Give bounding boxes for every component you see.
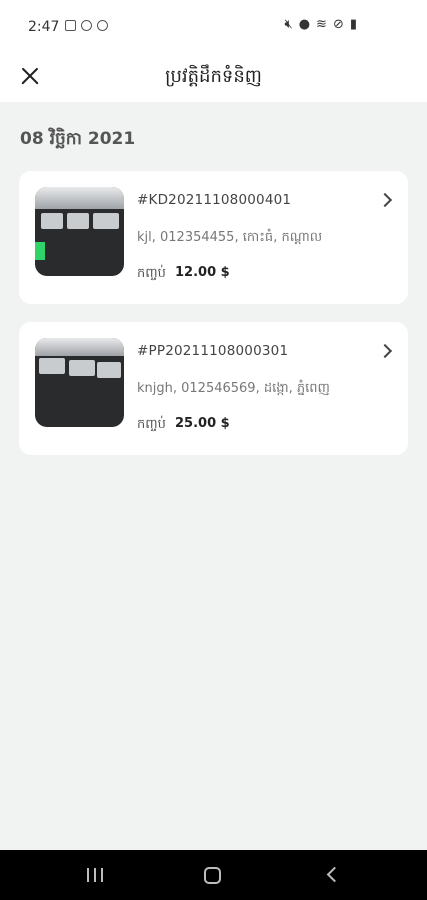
- status-time: 2:47: [28, 19, 60, 35]
- sync-icon: [81, 20, 92, 31]
- chevron-right-icon[interactable]: [377, 192, 393, 208]
- order-total-value: 12.00 $: [175, 265, 230, 280]
- order-customer: kjl, 012354455, កោះធំ, កណ្តាល: [137, 230, 323, 245]
- page-title: ប្រវត្តិដឹកទំនិញ: [165, 66, 262, 87]
- wifi-icon: ≋: [316, 17, 327, 32]
- home-icon[interactable]: [204, 867, 221, 884]
- product-thumbnail: [35, 187, 124, 276]
- gallery-icon: [65, 20, 76, 31]
- order-total-label: កញ្ចប់: [137, 266, 166, 281]
- recent-apps-icon[interactable]: [87, 868, 103, 882]
- status-right-icons: 🔇︎ ● ≋ ⊘ ▮: [284, 18, 357, 32]
- app-bar: ប្រវត្តិដឹកទំនិញ: [0, 52, 427, 102]
- order-total-label: កញ្ចប់: [137, 417, 166, 432]
- order-total-value: 25.00 $: [175, 416, 230, 431]
- status-left-icons: [65, 20, 108, 31]
- battery-icon: ▮: [349, 17, 357, 32]
- status-bar: 2:47 🔇︎ ● ≋ ⊘ ▮: [0, 0, 427, 52]
- system-nav-bar: [0, 850, 427, 900]
- order-id: #PP20211108000301: [137, 343, 289, 359]
- order-id: #KD20211108000401: [137, 192, 292, 208]
- chevron-right-icon[interactable]: [377, 343, 393, 359]
- order-customer: knjgh, 012546569, ដង្កោ, ភ្នំពេញ: [137, 381, 330, 396]
- mute-icon: 🔇︎: [284, 17, 293, 32]
- date-group-header: 08 វិច្ឆិកា 2021: [20, 129, 136, 149]
- order-card[interactable]: #KD20211108000401 kjl, 012354455, កោះធំ,…: [19, 171, 408, 304]
- order-card[interactable]: #PP20211108000301 knjgh, 012546569, ដង្ក…: [19, 322, 408, 455]
- back-icon[interactable]: [326, 866, 343, 883]
- product-thumbnail: [35, 338, 124, 427]
- sync-icon: [97, 20, 108, 31]
- dnd-icon: ⊘: [332, 17, 344, 32]
- location-icon: ●: [298, 17, 311, 32]
